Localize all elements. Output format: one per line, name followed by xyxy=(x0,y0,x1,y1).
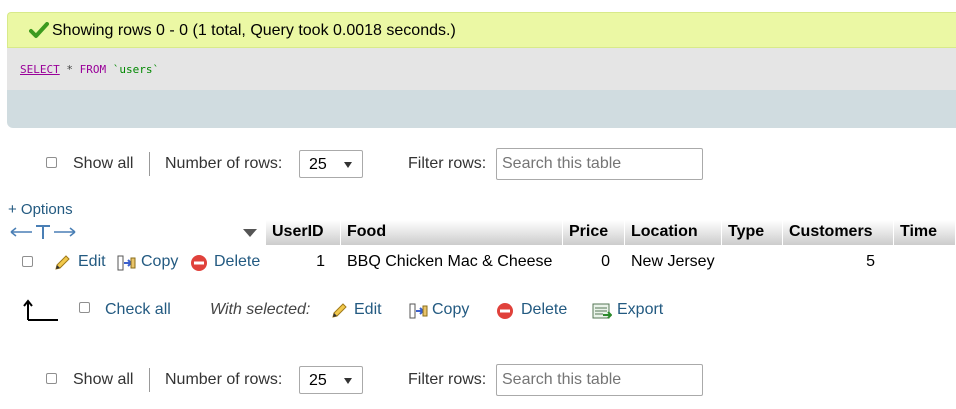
header-userid[interactable]: UserID xyxy=(266,220,341,245)
header-actions-column xyxy=(7,220,266,245)
pencil-icon xyxy=(55,255,70,270)
show-all-label[interactable]: Show all xyxy=(73,371,133,389)
filter-label: Filter rows: xyxy=(408,371,487,388)
nav-bottom: Show all Number of rows: 25 Filter rows: xyxy=(0,364,956,398)
sql-query: SELECT * FROM `users` xyxy=(20,63,159,76)
with-selected-label: With selected: xyxy=(210,301,311,318)
table-row: Edit Copy Delete 1 BBQ Chicken Mac & Che… xyxy=(7,245,956,279)
rows-select[interactable]: 25 xyxy=(299,150,363,178)
check-icon xyxy=(29,22,49,38)
check-all-checkbox[interactable] xyxy=(79,302,90,313)
pencil-icon xyxy=(332,303,347,318)
rows-select-value: 25 xyxy=(309,372,327,389)
rows-select-value: 25 xyxy=(309,156,327,173)
copy-icon xyxy=(117,255,136,271)
success-text: Showing rows 0 - 0 (1 total, Query took … xyxy=(52,22,456,39)
success-message: Showing rows 0 - 0 (1 total, Query took … xyxy=(7,12,956,48)
delete-icon xyxy=(191,255,207,271)
sql-query-box: SELECT * FROM `users` xyxy=(7,48,956,90)
dropdown-arrow-icon xyxy=(344,378,352,384)
table-header: UserID Food Price Location Type Customer… xyxy=(7,220,956,245)
options-link[interactable]: + Options xyxy=(8,201,73,218)
divider xyxy=(149,152,150,176)
sql-star: * xyxy=(59,63,80,76)
copy-icon xyxy=(409,303,428,319)
bulk-actions: Check all With selected: Edit Copy Delet… xyxy=(0,294,956,328)
nav-top: Show all Number of rows: 25 Filter rows: xyxy=(0,148,956,182)
arrow-up-left-icon xyxy=(23,299,58,321)
cell-customers: 5 xyxy=(866,253,875,270)
header-type[interactable]: Type xyxy=(722,220,783,245)
filter-search-input[interactable] xyxy=(496,148,703,180)
delete-icon xyxy=(497,303,513,319)
row-copy-link[interactable]: Copy xyxy=(141,253,178,271)
row-edit-link[interactable]: Edit xyxy=(78,253,106,271)
column-resize-icon[interactable] xyxy=(10,223,76,241)
header-customers[interactable]: Customers xyxy=(783,220,894,245)
cell-food: BBQ Chicken Mac & Cheese xyxy=(347,253,553,270)
header-location[interactable]: Location xyxy=(625,220,722,245)
show-all-checkbox[interactable] xyxy=(46,157,57,168)
row-checkbox[interactable] xyxy=(22,256,33,267)
export-icon xyxy=(592,303,612,319)
show-all-checkbox[interactable] xyxy=(46,373,57,384)
filter-label: Filter rows: xyxy=(408,155,487,172)
bulk-delete-button[interactable]: Delete xyxy=(521,301,567,319)
sql-from-keyword: FROM xyxy=(79,63,107,76)
filter-search-input[interactable] xyxy=(496,364,703,396)
bulk-edit-button[interactable]: Edit xyxy=(354,301,382,319)
cell-price: 0 xyxy=(601,253,610,270)
rows-label: Number of rows: xyxy=(165,371,283,388)
header-time[interactable]: Time xyxy=(894,220,956,245)
bulk-copy-button[interactable]: Copy xyxy=(432,301,469,319)
cell-userid: 1 xyxy=(316,253,325,270)
header-price[interactable]: Price xyxy=(563,220,625,245)
rows-label: Number of rows: xyxy=(165,155,283,172)
cell-location: New Jersey xyxy=(631,253,715,270)
dropdown-arrow-icon xyxy=(344,162,352,168)
divider xyxy=(149,368,150,392)
sql-select-keyword[interactable]: SELECT xyxy=(20,63,60,76)
bulk-export-button[interactable]: Export xyxy=(617,301,663,319)
query-tools-bar xyxy=(7,90,956,128)
row-delete-link[interactable]: Delete xyxy=(214,253,260,271)
show-all-label[interactable]: Show all xyxy=(73,155,133,173)
sql-table-name: `users` xyxy=(106,63,160,76)
rows-select[interactable]: 25 xyxy=(299,366,363,394)
header-food[interactable]: Food xyxy=(341,220,563,245)
check-all-link[interactable]: Check all xyxy=(105,301,171,319)
sort-dropdown-icon[interactable] xyxy=(243,229,257,237)
